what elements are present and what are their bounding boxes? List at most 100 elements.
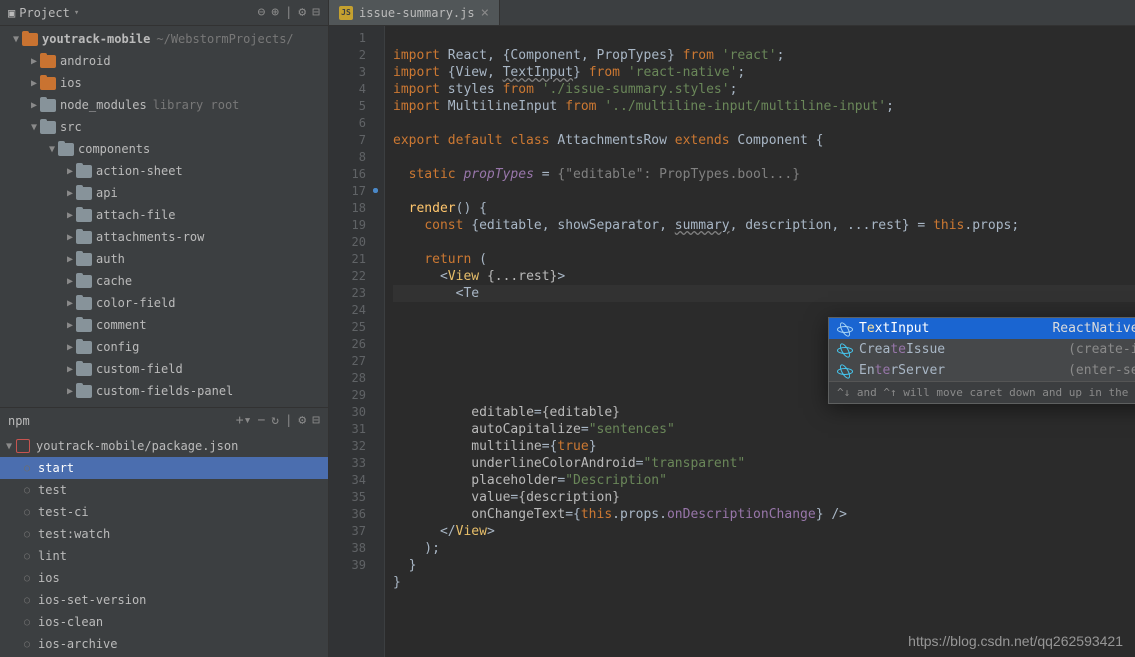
tree-item-label: components: [78, 142, 150, 156]
tree-item-components[interactable]: ▼ components: [0, 138, 328, 160]
folder-icon: [76, 275, 92, 288]
hide-icon[interactable]: ⊟: [312, 5, 320, 20]
react-icon: [837, 322, 851, 336]
line-number: 30: [329, 404, 384, 421]
line-number: 25: [329, 319, 384, 336]
tree-item-youtrack-mobile[interactable]: ▼youtrack-mobile~/WebstormProjects/: [0, 28, 328, 50]
tree-item-label: cache: [96, 274, 132, 288]
tree-item-cache[interactable]: ▶ cache: [0, 270, 328, 292]
refresh-icon[interactable]: ↻: [271, 413, 279, 428]
tree-item-auth[interactable]: ▶auth: [0, 248, 328, 270]
project-icon: ▣: [8, 6, 15, 20]
editor-area: JS issue-summary.js × 123456781617181920…: [329, 0, 1135, 657]
expand-arrow-icon[interactable]: ▼: [28, 122, 40, 133]
folder-icon: [76, 231, 92, 244]
folder-icon: [76, 165, 92, 178]
project-tree[interactable]: ▼youtrack-mobile~/WebstormProjects/▶andr…: [0, 26, 328, 407]
line-number: 39: [329, 557, 384, 574]
tree-item-custom-field[interactable]: ▶custom-field: [0, 358, 328, 380]
expand-arrow-icon[interactable]: ▶: [28, 78, 40, 89]
code-content[interactable]: import React, {Component, PropTypes} fro…: [385, 26, 1135, 657]
completion-name: CreateIssue: [859, 341, 945, 358]
expand-arrow-icon[interactable]: ▶: [64, 298, 76, 309]
npm-script-ios-clean[interactable]: ○ios-clean: [0, 611, 328, 633]
expand-arrow-icon[interactable]: ▶: [64, 188, 76, 199]
tree-item-attach-file[interactable]: ▶ attach-file: [0, 204, 328, 226]
expand-arrow-icon[interactable]: ▶: [64, 210, 76, 221]
line-number: 4: [329, 81, 384, 98]
completion-item[interactable]: EnterServer(enter-server.js, src/views/e…: [829, 360, 1135, 381]
folder-icon: [22, 33, 38, 46]
code-editor[interactable]: 1234567816171819202122232425262728293031…: [329, 26, 1135, 657]
tree-item-api[interactable]: ▶api: [0, 182, 328, 204]
line-number: 8: [329, 149, 384, 166]
remove-icon[interactable]: −: [257, 413, 265, 428]
npm-package-label: youtrack-mobile/package.json: [36, 439, 238, 453]
line-number: 23: [329, 285, 384, 302]
tree-item-attachments-row[interactable]: ▶attachments-row: [0, 226, 328, 248]
bullet-icon: ○: [24, 551, 30, 562]
npm-script-ios-archive[interactable]: ○ios-archive: [0, 633, 328, 655]
npm-script-label: ios-archive: [38, 637, 117, 651]
expand-arrow-icon[interactable]: ▼: [10, 34, 22, 45]
npm-script-test-ci[interactable]: ○test-ci: [0, 501, 328, 523]
expand-arrow-icon[interactable]: ▶: [64, 166, 76, 177]
tree-item-android[interactable]: ▶android: [0, 50, 328, 72]
npm-script-label: ios-clean: [38, 615, 103, 629]
line-number: 28: [329, 370, 384, 387]
tree-item-node_modules[interactable]: ▶node_moduleslibrary root: [0, 94, 328, 116]
editor-tab[interactable]: JS issue-summary.js ×: [329, 0, 500, 25]
completion-item[interactable]: TextInputReactNative (react-native.js, r…: [829, 318, 1135, 339]
folder-icon: [40, 121, 56, 134]
tree-item-config[interactable]: ▶config: [0, 336, 328, 358]
expand-arrow-icon[interactable]: ▶: [64, 342, 76, 353]
expand-arrow-icon[interactable]: ▶: [64, 276, 76, 287]
expand-arrow-icon[interactable]: ▶: [64, 232, 76, 243]
tree-item-label: color-field: [96, 296, 175, 310]
close-icon[interactable]: ×: [481, 5, 489, 21]
gear-icon[interactable]: ⚙: [298, 413, 306, 428]
expand-arrow-icon[interactable]: ▶: [64, 364, 76, 375]
expand-arrow-icon[interactable]: ▶: [64, 254, 76, 265]
line-number: 26: [329, 336, 384, 353]
npm-script-test:watch[interactable]: ○test:watch: [0, 523, 328, 545]
folder-icon: [40, 55, 56, 68]
completion-item[interactable]: CreateIssue(create-issue.js, src/views/c…: [829, 339, 1135, 360]
completion-popup[interactable]: TextInputReactNative (react-native.js, r…: [828, 317, 1135, 404]
tree-item-color-field[interactable]: ▶ color-field: [0, 292, 328, 314]
npm-package-row[interactable]: ▼ youtrack-mobile/package.json: [0, 435, 328, 457]
expand-arrow-icon[interactable]: ▶: [64, 386, 76, 397]
project-tab[interactable]: ▣ Project ▾: [8, 6, 79, 20]
gear-icon[interactable]: ⚙: [298, 5, 306, 20]
tree-item-src[interactable]: ▼src: [0, 116, 328, 138]
override-marker-icon[interactable]: [371, 186, 380, 195]
tree-item-action-sheet[interactable]: ▶action-sheet: [0, 160, 328, 182]
npm-script-lint[interactable]: ○ lint: [0, 545, 328, 567]
line-number: 35: [329, 489, 384, 506]
collapse-icon[interactable]: ⊖: [257, 5, 265, 20]
tree-item-custom-fields-panel[interactable]: ▶ custom-fields-panel: [0, 380, 328, 402]
add-icon[interactable]: +▾: [236, 413, 252, 428]
line-number: 6: [329, 115, 384, 132]
npm-script-test[interactable]: ○test: [0, 479, 328, 501]
npm-script-ios-set-version[interactable]: ○ios-set-version: [0, 589, 328, 611]
expand-arrow-icon[interactable]: ▶: [64, 320, 76, 331]
hide-icon[interactable]: ⊟: [312, 413, 320, 428]
chevron-down-icon: ▼: [6, 441, 12, 452]
tree-item-ios[interactable]: ▶ios: [0, 72, 328, 94]
tree-item-label: custom-fields-panel: [96, 384, 233, 398]
tree-item-label: node_modules: [60, 98, 147, 112]
tree-item-comment[interactable]: ▶comment: [0, 314, 328, 336]
npm-script-label: ios-set-version: [38, 593, 146, 607]
tree-item-label: attach-file: [96, 208, 175, 222]
project-label: Project: [19, 6, 70, 20]
npm-script-start[interactable]: ○start: [0, 457, 328, 479]
npm-script-ios[interactable]: ○ios: [0, 567, 328, 589]
target-icon[interactable]: ⊕: [271, 5, 279, 20]
expand-arrow-icon[interactable]: ▶: [28, 56, 40, 67]
expand-arrow-icon[interactable]: ▼: [46, 144, 58, 155]
npm-script-label: lint: [38, 549, 67, 563]
line-number: 20: [329, 234, 384, 251]
line-number: 16: [329, 166, 384, 183]
expand-arrow-icon[interactable]: ▶: [28, 100, 40, 111]
